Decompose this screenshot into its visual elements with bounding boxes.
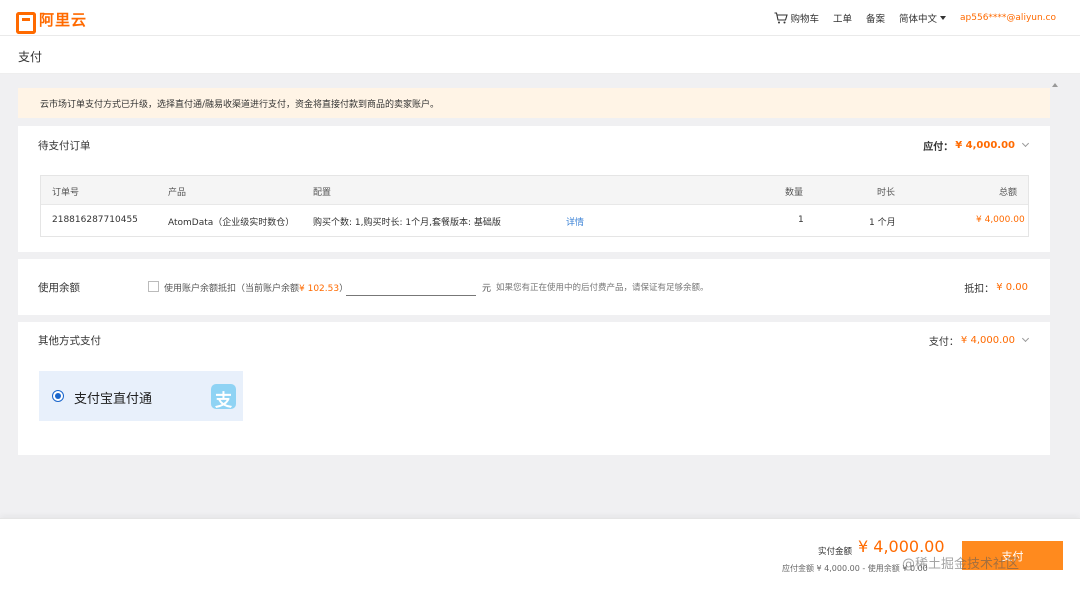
current-balance-value: ¥ 102.53 (299, 284, 340, 294)
header-duration: 时长 (877, 188, 896, 198)
cell-quantity: 1 (798, 215, 804, 225)
page-title-bar: 支付 (0, 37, 1080, 74)
nav-language-label: 简体中文 (899, 14, 938, 25)
payable-amount: ¥ 4,000.00 (955, 140, 1015, 151)
use-balance-label-text: 使用账户余额抵扣（当前账户余额 (164, 284, 300, 294)
nav-filing[interactable]: 备案 (866, 11, 885, 25)
header-quantity: 数量 (785, 188, 804, 198)
alipay-icon-glyph: 支 (215, 391, 232, 411)
actual-amount-label: 实付金额 (818, 547, 853, 557)
watermark: @稀土掘金技术社区 (902, 557, 1020, 572)
chevron-down-icon[interactable] (1021, 334, 1030, 343)
use-balance-checkbox[interactable] (148, 281, 159, 292)
payable-label: 应付： (923, 142, 954, 153)
table-header: 订单号 产品 配置 数量 时长 总额 (41, 176, 1028, 205)
use-balance-card: 使用余额 使用账户余额抵扣（当前账户余额¥ 102.53） 元 如果您有正在使用… (18, 259, 1050, 315)
balance-hint: 如果您有正在使用中的后付费产品，请保证有足够余额。 (496, 283, 709, 293)
use-balance-title: 使用余额 (38, 282, 80, 294)
other-payment-card: 其他方式支付 支付： ¥ 4,000.00 支付宝直付通 支 (18, 322, 1050, 455)
pending-order-title: 待支付订单 (38, 140, 91, 152)
scroll-up-arrow-icon[interactable] (1052, 83, 1058, 87)
other-payment-title: 其他方式支付 (38, 335, 101, 347)
order-table: 订单号 产品 配置 数量 时长 总额 218816287710455 AtomD… (40, 175, 1029, 237)
use-balance-label[interactable]: 使用账户余额抵扣（当前账户余额¥ 102.53） (164, 281, 348, 294)
balance-amount-input[interactable] (346, 277, 476, 296)
alipay-direct-label: 支付宝直付通 (74, 392, 153, 407)
top-nav-bar: 阿里云 购物车 工单 备案 简体中文 ap556****@aliyun.co (0, 0, 1080, 36)
balance-unit: 元 (482, 284, 492, 294)
chevron-down-icon[interactable] (1021, 139, 1030, 148)
header-order-id: 订单号 (52, 188, 80, 198)
top-nav: 购物车 工单 备案 简体中文 ap556****@aliyun.co (760, 0, 1056, 36)
header-product: 产品 (168, 188, 187, 198)
pending-order-card: 待支付订单 应付： ¥ 4,000.00 订单号 产品 配置 数量 时长 总额 … (18, 126, 1050, 252)
nav-cart-label: 购物车 (790, 14, 819, 25)
pay-label: 支付： (928, 337, 959, 348)
main-content: 云市场订单支付方式已升级，选择直付通/融易收渠道进行支付，资金将直接付款到商品的… (0, 74, 1080, 518)
cell-product: AtomData（企业级实时数仓） (168, 218, 295, 228)
detail-link[interactable]: 详情 (566, 215, 584, 228)
header-config: 配置 (313, 188, 332, 198)
aliyun-logo-icon (16, 11, 36, 34)
notice-banner: 云市场订单支付方式已升级，选择直付通/融易收渠道进行支付，资金将直接付款到商品的… (18, 88, 1050, 118)
caret-down-icon (940, 16, 947, 20)
cell-duration: 1 个月 (869, 218, 896, 228)
deduct-summary: 抵扣： ¥ 0.00 (964, 280, 1028, 295)
payment-footer: 实付金额 ¥ 4,000.00 应付金额 ¥ 4,000.00 - 使用余额 ¥… (0, 518, 1080, 590)
logo[interactable]: 阿里云 (16, 9, 88, 34)
page-title: 支付 (18, 50, 43, 64)
header-total: 总额 (999, 188, 1018, 198)
radio-selected-icon[interactable] (52, 390, 64, 402)
order-payable-summary[interactable]: 应付： ¥ 4,000.00 (923, 138, 1030, 153)
nav-language[interactable]: 简体中文 (899, 11, 947, 25)
pay-amount: ¥ 4,000.00 (960, 335, 1015, 346)
cell-config: 购买个数: 1,购买时长: 1个月,套餐版本: 基础版 (313, 218, 501, 228)
cell-order-id: 218816287710455 (52, 215, 138, 225)
alipay-direct-option[interactable]: 支付宝直付通 支 (39, 371, 243, 421)
nav-user-account[interactable]: ap556****@aliyun.co (960, 13, 1056, 23)
cart-icon (774, 12, 789, 24)
other-payment-summary[interactable]: 支付： ¥ 4,000.00 (928, 333, 1030, 348)
cell-amount: ¥ 4,000.00 (976, 215, 1025, 225)
deduct-amount: ¥ 0.00 (996, 282, 1028, 293)
nav-tickets[interactable]: 工单 (833, 11, 852, 25)
deduct-label: 抵扣： (964, 284, 995, 295)
alipay-icon: 支 (211, 384, 236, 411)
nav-cart[interactable]: 购物车 (774, 11, 819, 25)
logo-text: 阿里云 (39, 11, 88, 29)
